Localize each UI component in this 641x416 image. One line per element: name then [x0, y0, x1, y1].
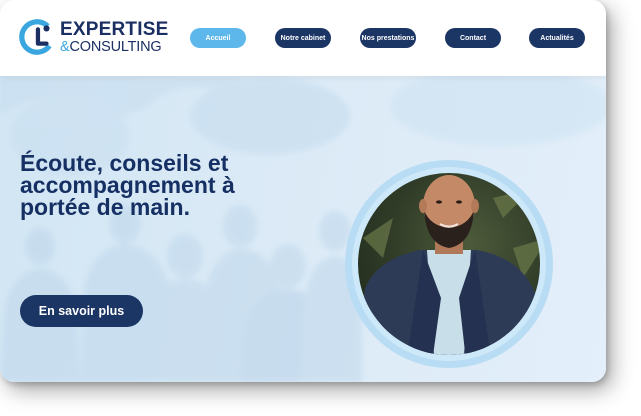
browser-window: EXPERTISE &CONSULTING Accueil Notre cabi… — [0, 0, 606, 382]
nav-contact-button[interactable]: Contact — [445, 28, 501, 48]
brand-logo[interactable]: EXPERTISE &CONSULTING — [18, 18, 168, 58]
brand-name-line1: EXPERTISE — [60, 19, 169, 40]
brand-name-line2: &CONSULTING — [60, 39, 162, 55]
nav-notre-cabinet-button[interactable]: Notre cabinet — [275, 28, 331, 48]
brand-name-consulting: CONSULTING — [69, 39, 162, 55]
hero-headline-line3: portée de main. — [20, 194, 190, 220]
consultant-portrait-photo — [345, 160, 553, 368]
hero-headline: Écoute, conseils et accompagnement à por… — [20, 150, 320, 220]
hero-headline-line2: accompagnement à — [20, 172, 235, 198]
nav-actualites-button[interactable]: Actualités — [529, 28, 585, 48]
site-header: EXPERTISE &CONSULTING Accueil Notre cabi… — [0, 0, 606, 76]
hero-section: Écoute, conseils et accompagnement à por… — [0, 76, 606, 382]
hero-headline-line1: Écoute, conseils et — [20, 150, 229, 176]
cta-button[interactable]: En savoir plus — [20, 295, 143, 327]
nav-accueil-button[interactable]: Accueil — [190, 28, 246, 48]
ec-logo-mark-icon — [19, 19, 55, 55]
nav-nos-prestations-button[interactable]: Nos prestations — [360, 28, 416, 48]
